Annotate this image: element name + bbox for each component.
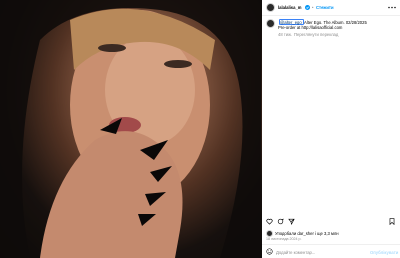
author-username[interactable]: lalalalisa_m <box>278 5 302 10</box>
post-side-panel: lalalalisa_m • Стежити @alter_ego Alter … <box>262 0 400 258</box>
liker-avatar <box>266 230 273 237</box>
avatar[interactable] <box>266 3 275 12</box>
more-horizontal-icon[interactable] <box>388 6 396 9</box>
caption-line-2: Pre-order at http://lalisaofficial.com <box>278 25 343 30</box>
verified-badge-icon <box>305 5 310 10</box>
post-date: 18 листопада 2024 р. <box>266 237 302 241</box>
separator-dot: • <box>312 5 314 10</box>
bookmark-icon[interactable] <box>389 218 395 225</box>
likes-summary[interactable]: Уподобали dar_sher і ще 3,3 млн <box>275 231 339 236</box>
emoji-icon[interactable] <box>266 248 273 255</box>
comment-icon[interactable] <box>277 218 284 225</box>
follow-button[interactable]: Стежити <box>316 5 334 10</box>
action-bar <box>262 216 400 228</box>
translate-link[interactable]: Переглянути переклад <box>294 32 338 37</box>
caption-avatar[interactable] <box>266 19 275 28</box>
comment-input[interactable]: Додайте коментар... <box>276 250 315 255</box>
caption-age: 48 тиж. <box>278 32 293 37</box>
post-header: lalalalisa_m • Стежити <box>262 0 400 16</box>
share-icon[interactable] <box>288 218 295 225</box>
publish-button[interactable]: Опублікувати <box>370 250 398 255</box>
portrait-illustration <box>0 0 262 258</box>
post-photo[interactable] <box>0 0 262 258</box>
comment-bar: Додайте коментар... Опублікувати <box>262 244 400 258</box>
heart-icon[interactable] <box>266 218 273 225</box>
